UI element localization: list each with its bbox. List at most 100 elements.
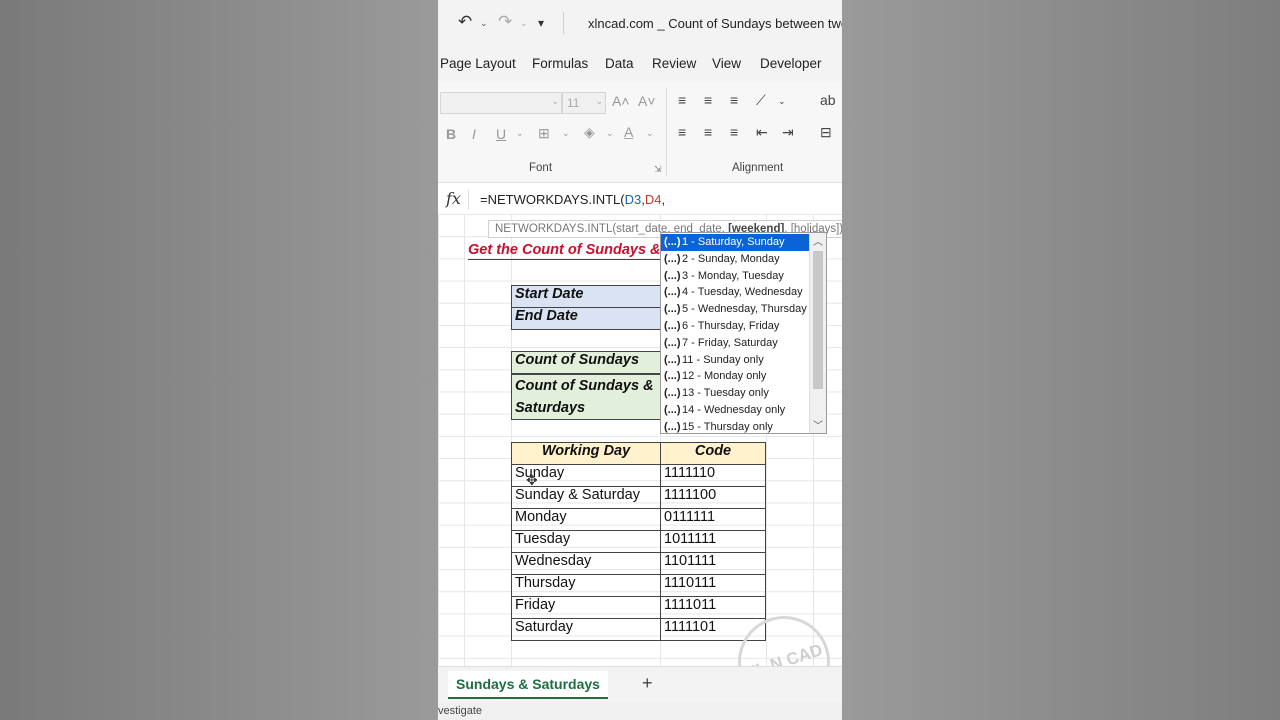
add-sheet-icon[interactable]: + bbox=[642, 673, 653, 694]
formula-input[interactable]: =NETWORKDAYS.INTL(D3,D4, bbox=[480, 192, 665, 207]
sheet-title: Get the Count of Sundays & bbox=[468, 242, 661, 260]
underline-button[interactable]: U bbox=[496, 126, 506, 142]
weekend-autocomplete-list[interactable]: (...) 1 - Saturday, Sunday (...) 2 - Sunda… bbox=[660, 232, 827, 434]
tab-developer[interactable]: Developer bbox=[760, 56, 822, 71]
list-item[interactable]: (...) 3 - Monday, Tuesday bbox=[661, 268, 809, 285]
chevron-up-icon[interactable]: ︿ bbox=[813, 233, 823, 248]
parameter-icon: (...) bbox=[664, 336, 681, 349]
chevron-down-icon[interactable]: ⌄ bbox=[562, 128, 570, 139]
formula-bar: fx =NETWORKDAYS.INTL(D3,D4, bbox=[438, 186, 842, 215]
list-scrollbar[interactable]: ︿ ﹀ bbox=[809, 233, 826, 433]
tab-data[interactable]: Data bbox=[605, 56, 634, 71]
list-item[interactable]: (...) 5 - Wednesday, Thursday bbox=[661, 301, 809, 318]
customize-qat-icon[interactable]: ▾ bbox=[538, 16, 544, 30]
table-row-code[interactable]: 1111110 bbox=[660, 464, 766, 487]
list-item[interactable]: (...) 7 - Friday, Saturday bbox=[661, 335, 809, 352]
table-row-day[interactable]: Monday bbox=[511, 508, 661, 531]
chevron-down-icon: ⌄ bbox=[595, 96, 603, 106]
worksheet-grid[interactable]: Get the Count of Sundays & Start Date En… bbox=[438, 214, 842, 666]
list-item[interactable]: (...) 2 - Sunday, Monday bbox=[661, 251, 809, 268]
chevron-down-icon: ⌄ bbox=[551, 96, 559, 106]
table-header-code[interactable]: Code bbox=[660, 442, 766, 465]
orientation-icon[interactable]: ⟋ bbox=[756, 92, 766, 109]
align-right-icon[interactable]: ≡ bbox=[730, 124, 738, 140]
scrollbar-thumb[interactable] bbox=[813, 251, 823, 389]
bold-button[interactable]: B bbox=[446, 126, 456, 142]
table-row-code[interactable]: 1111100 bbox=[660, 486, 766, 509]
chevron-down-icon[interactable]: ﹀ bbox=[813, 417, 823, 432]
sheet-tab-sundays-saturdays[interactable]: Sundays & Saturdays bbox=[448, 671, 608, 699]
list-item-label: 14 - Wednesday only bbox=[682, 404, 786, 416]
font-group-label: Font bbox=[529, 162, 553, 174]
align-bottom-icon[interactable]: ≡ bbox=[730, 92, 738, 108]
table-header-working-day[interactable]: Working Day bbox=[511, 442, 661, 465]
table-row-code[interactable]: 1101111 bbox=[660, 552, 766, 575]
fill-color-icon[interactable]: ◈ bbox=[584, 124, 595, 141]
table-row-day[interactable]: Wednesday bbox=[511, 552, 661, 575]
align-middle-icon[interactable]: ≡ bbox=[704, 92, 712, 108]
list-item[interactable]: (...) 14 - Wednesday only bbox=[661, 402, 809, 419]
label-start-date[interactable]: Start Date bbox=[511, 285, 661, 308]
font-color-icon[interactable]: A bbox=[624, 124, 633, 140]
title-bar: ↶ ⌄ ↷ ⌄ ▾ xlncad.com _ Count of Sundays … bbox=[438, 0, 842, 48]
borders-icon[interactable]: ⊞ bbox=[538, 125, 550, 142]
label-text: Count of Sundays bbox=[515, 352, 640, 368]
table-row-day[interactable]: Sunday & Saturday bbox=[511, 486, 661, 509]
label-count-sundays[interactable]: Count of Sundays bbox=[511, 351, 661, 374]
parameter-icon: (...) bbox=[664, 370, 681, 383]
list-item[interactable]: (...) 13 - Tuesday only bbox=[661, 385, 809, 402]
font-name-dropdown[interactable]: ⌄ bbox=[440, 92, 562, 114]
tab-page-layout[interactable]: Page Layout bbox=[440, 56, 516, 71]
increase-indent-icon[interactable]: ⇥ bbox=[782, 124, 794, 141]
table-row-code[interactable]: 1110111 bbox=[660, 574, 766, 597]
italic-button[interactable]: I bbox=[472, 126, 476, 142]
chevron-down-icon[interactable]: ⌄ bbox=[646, 128, 654, 139]
list-item[interactable]: (...) 12 - Monday only bbox=[661, 368, 809, 385]
sheet-tab-bar: Sundays & Saturdays + bbox=[438, 666, 842, 703]
undo-icon[interactable]: ↶ bbox=[458, 12, 472, 32]
tab-formulas[interactable]: Formulas bbox=[532, 56, 588, 71]
font-size-dropdown[interactable]: 11 ⌄ bbox=[562, 92, 606, 114]
align-left-icon[interactable]: ≡ bbox=[678, 124, 686, 140]
label-end-date[interactable]: End Date bbox=[511, 307, 661, 330]
table-row-day[interactable]: Thursday bbox=[511, 574, 661, 597]
formula-ref-start: D3 bbox=[624, 192, 642, 207]
font-dialog-launcher-icon[interactable]: ⇲ bbox=[654, 164, 662, 175]
tab-view[interactable]: View bbox=[712, 56, 741, 71]
chevron-down-icon[interactable]: ⌄ bbox=[778, 96, 786, 107]
label-count-sundays-saturdays[interactable]: Count of Sundays & Saturdays bbox=[511, 374, 661, 420]
redo-dropdown-icon[interactable]: ⌄ bbox=[520, 18, 528, 29]
decrease-indent-icon[interactable]: ⇤ bbox=[756, 124, 768, 141]
decrease-font-size-icon[interactable]: A˅ bbox=[638, 93, 656, 109]
table-row-day[interactable]: Tuesday bbox=[511, 530, 661, 553]
insert-function-icon[interactable]: fx bbox=[446, 189, 461, 208]
table-row-day[interactable]: Saturday bbox=[511, 618, 661, 641]
list-item[interactable]: (...) 4 - Tuesday, Wednesday bbox=[661, 284, 809, 301]
list-item-label: 3 - Monday, Tuesday bbox=[682, 269, 784, 282]
wrap-text-icon[interactable]: ab bbox=[820, 92, 836, 108]
table-row-day[interactable]: Friday bbox=[511, 596, 661, 619]
list-item-label: 6 - Thursday, Friday bbox=[682, 320, 780, 332]
ribbon-tab-bar: Page Layout Formulas Data Review View De… bbox=[438, 48, 842, 82]
align-center-icon[interactable]: ≡ bbox=[704, 124, 712, 140]
increase-font-size-icon[interactable]: A˄ bbox=[612, 93, 630, 109]
table-row-code[interactable]: 0111111 bbox=[660, 508, 766, 531]
formula-ref-end: D4 bbox=[644, 192, 662, 207]
list-item[interactable]: (...) 11 - Sunday only bbox=[661, 352, 809, 369]
list-item[interactable]: (...) 1 - Saturday, Sunday bbox=[661, 234, 809, 251]
merge-center-icon[interactable]: ⊟ bbox=[820, 124, 832, 141]
table-row-code[interactable]: 1111011 bbox=[660, 596, 766, 619]
chevron-down-icon[interactable]: ⌄ bbox=[516, 128, 524, 139]
table-row-code[interactable]: 1011111 bbox=[660, 530, 766, 553]
video-background-right bbox=[842, 0, 1280, 720]
list-item[interactable]: (...) 15 - Thursday only bbox=[661, 419, 809, 433]
align-top-icon[interactable]: ≡ bbox=[678, 92, 686, 108]
undo-dropdown-icon[interactable]: ⌄ bbox=[480, 18, 488, 29]
tab-review[interactable]: Review bbox=[652, 56, 696, 71]
list-item[interactable]: (...) 6 - Thursday, Friday bbox=[661, 318, 809, 335]
redo-icon[interactable]: ↷ bbox=[498, 12, 512, 32]
chevron-down-icon[interactable]: ⌄ bbox=[606, 128, 614, 139]
formula-bar-divider bbox=[468, 190, 469, 210]
list-item-label: 12 - Monday only bbox=[682, 370, 767, 383]
parameter-icon: (...) bbox=[664, 252, 681, 265]
